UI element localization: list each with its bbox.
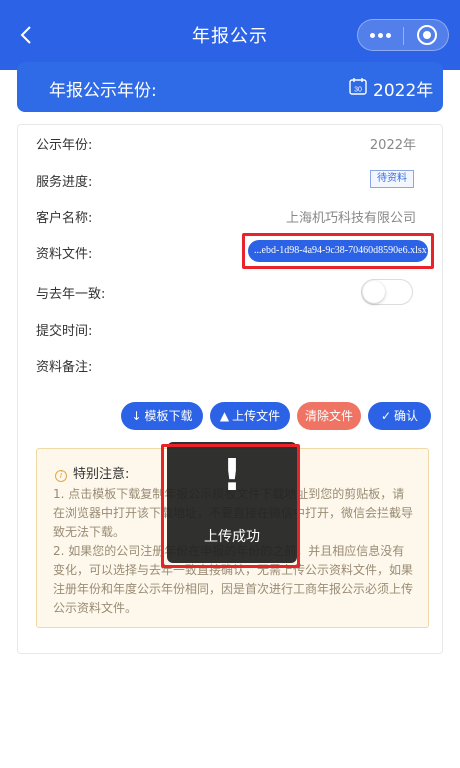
year-selector-banner[interactable]: 年报公示年份: 30 2022年 (17, 62, 443, 112)
row-remark: 资料备注: (36, 356, 416, 376)
notice-title: i 特别注意: (55, 463, 129, 482)
row-value: 2022年 (369, 138, 416, 153)
more-icon[interactable] (358, 20, 403, 50)
calendar-icon: 30 (349, 78, 367, 95)
notice-title-text: 特别注意: (73, 467, 130, 482)
row-label: 提交时间: (36, 324, 93, 339)
template-download-button[interactable]: ↓ 模板下载 (121, 402, 203, 430)
button-label: 上传文件 (232, 409, 281, 423)
download-icon: ↓ (131, 409, 142, 423)
close-mini-program-icon[interactable] (417, 25, 437, 45)
info-icon: i (55, 470, 67, 482)
year-banner-value: 2022年 (373, 81, 434, 101)
highlight-box-file (242, 233, 434, 269)
toggle-knob (363, 281, 385, 303)
row-label: 服务进度: (36, 175, 93, 190)
row-label: 资料备注: (36, 360, 93, 375)
upload-icon: ▲ (219, 409, 230, 423)
status-badge: 待资料 (370, 170, 414, 188)
row-label: 公示年份: (36, 138, 93, 153)
button-label: 确认 (394, 409, 419, 423)
clear-file-button[interactable]: 清除文件 (297, 402, 361, 430)
button-label: 清除文件 (304, 409, 353, 423)
button-label: 模板下载 (144, 409, 193, 423)
row-label: 客户名称: (36, 211, 93, 226)
nav-bar: 年报公示 (0, 0, 460, 70)
highlight-box-toast (161, 444, 300, 568)
row-label: 资料文件: (36, 247, 93, 262)
mini-program-capsule (357, 19, 449, 51)
year-banner-label: 年报公示年份: (49, 81, 157, 101)
row-service-progress: 服务进度: (36, 171, 416, 191)
upload-file-button[interactable]: ▲ 上传文件 (210, 402, 290, 430)
same-as-last-year-toggle[interactable] (361, 279, 413, 305)
row-value: 上海机巧科技有限公司 (285, 211, 416, 226)
row-same-as-last-year: 与去年一致: (36, 283, 416, 303)
row-publish-year: 公示年份: 2022年 (36, 134, 416, 154)
check-icon: ✓ (380, 409, 392, 423)
row-customer-name: 客户名称: 上海机巧科技有限公司 (36, 207, 416, 227)
svg-text:30: 30 (354, 87, 362, 94)
confirm-button[interactable]: ✓ 确认 (368, 402, 431, 430)
row-submit-time: 提交时间: (36, 320, 416, 340)
row-label: 与去年一致: (36, 287, 106, 302)
